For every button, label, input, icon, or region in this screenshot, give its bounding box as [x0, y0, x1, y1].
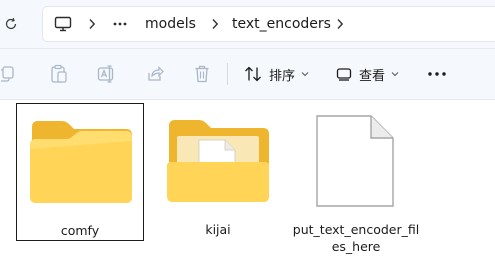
breadcrumb-chevron[interactable] — [336, 7, 344, 41]
chevron-right-icon — [89, 19, 96, 29]
share-icon — [148, 66, 164, 81]
refresh-button[interactable] — [0, 12, 22, 36]
item-name: kijai — [205, 222, 231, 237]
file-explorer-window: models text_encoders 排序 查看 comfy kijai p… — [0, 0, 495, 269]
item-name: put_text_encoder_fil es_here — [292, 221, 420, 255]
delete-button[interactable] — [191, 62, 213, 86]
paste-icon — [51, 64, 67, 83]
copy-icon — [1, 66, 14, 82]
item-name: comfy — [60, 223, 100, 238]
breadcrumb-chevron[interactable] — [211, 7, 219, 41]
more-horizontal-icon — [113, 22, 127, 26]
file-list: comfy kijai put_text_encoder_fil es_here — [0, 100, 495, 269]
folder-icon — [30, 121, 132, 203]
more-options-button[interactable] — [426, 62, 448, 86]
rename-button[interactable] — [96, 62, 118, 86]
trash-icon — [195, 65, 209, 83]
chevron-down-icon — [301, 71, 309, 77]
monitor-icon — [54, 16, 72, 32]
folder-icon — [167, 120, 269, 202]
command-bar-divider — [227, 63, 228, 85]
sort-button[interactable]: 排序 — [244, 62, 309, 86]
view-icon — [336, 68, 352, 81]
item-name-line: put_text_encoder_fil — [292, 222, 420, 237]
sort-label: 排序 — [269, 68, 296, 84]
list-item[interactable]: kijai — [154, 103, 282, 241]
view-label: 查看 — [359, 68, 386, 84]
breadcrumb-chevron[interactable] — [88, 7, 96, 41]
chevron-down-icon — [391, 71, 399, 77]
paste-button[interactable] — [48, 62, 70, 86]
view-button[interactable]: 查看 — [336, 62, 399, 86]
sort-icon — [245, 66, 261, 82]
address-bar-row: models text_encoders — [0, 0, 495, 49]
list-item[interactable]: put_text_encoder_fil es_here — [292, 103, 420, 254]
share-button[interactable] — [144, 62, 166, 86]
command-bar: 排序 查看 — [0, 49, 495, 100]
item-name-line: es_here — [331, 239, 381, 254]
more-horizontal-icon — [428, 72, 446, 76]
file-icon — [316, 115, 394, 207]
breadcrumb[interactable]: models text_encoders — [42, 6, 495, 42]
breadcrumb-item-models[interactable]: models — [145, 7, 196, 41]
chevron-right-icon — [212, 19, 219, 29]
breadcrumb-label: models — [145, 16, 196, 32]
breadcrumb-label: text_encoders — [232, 16, 331, 32]
chevron-right-icon — [337, 19, 344, 29]
copy-button[interactable] — [0, 62, 20, 86]
list-item[interactable]: comfy — [16, 103, 144, 241]
breadcrumb-overflow-button[interactable] — [113, 7, 127, 41]
breadcrumb-item-text-encoders[interactable]: text_encoders — [232, 7, 331, 41]
this-pc-crumb[interactable] — [54, 7, 72, 41]
refresh-icon — [5, 18, 17, 30]
rename-icon — [97, 65, 114, 83]
